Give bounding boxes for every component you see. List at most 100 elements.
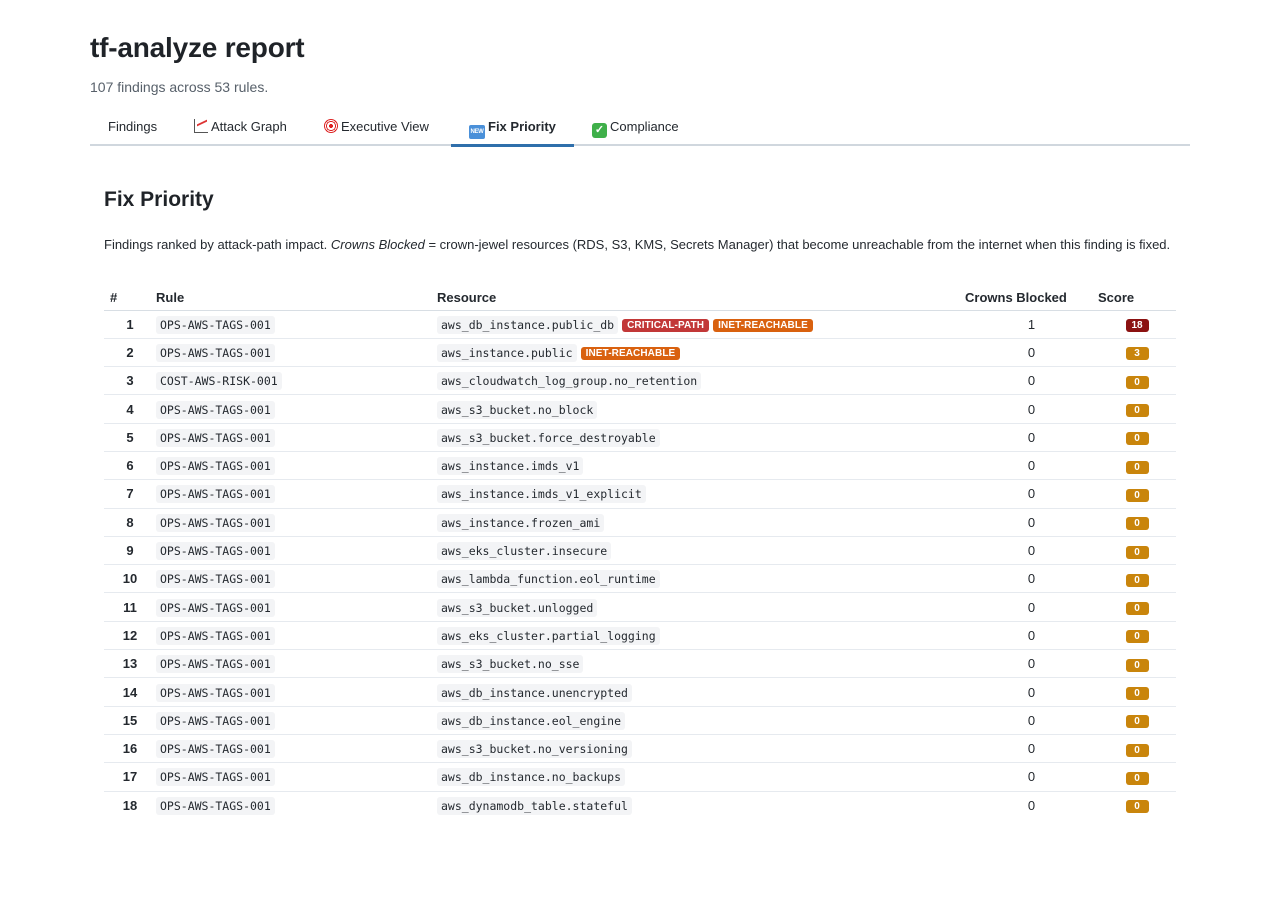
table-row[interactable]: 9 OPS-AWS-TAGS-001 aws_eks_cluster.insecur… — [104, 536, 1176, 566]
col-header-num[interactable]: # — [104, 286, 156, 311]
page-title: tf-analyze report — [90, 32, 305, 63]
resource-address: aws_eks_cluster.partial_logging — [437, 626, 660, 645]
row-rank: 6 — [104, 451, 156, 481]
table-row[interactable]: 15 OPS-AWS-TAGS-001 aws_db_instance.eol_en… — [104, 706, 1176, 735]
rule-cell: OPS-AWS-TAGS-001 — [156, 423, 437, 452]
tab-compliance[interactable]: ✓ Compliance — [574, 108, 697, 146]
resource-cell: aws_s3_bucket.unlogged — [437, 592, 965, 622]
page-subtitle: 107 findings across 53 rules. — [90, 79, 269, 95]
row-rank: 3 — [104, 366, 156, 396]
score-cell: 0 — [1098, 366, 1176, 396]
table-row[interactable]: 6 OPS-AWS-TAGS-001 aws_instance.imds_v1 0 0 — [104, 451, 1176, 481]
row-rank: 7 — [104, 479, 156, 509]
panel-title: Fix Priority — [104, 188, 214, 211]
resource-cell: aws_eks_cluster.partial_logging — [437, 621, 965, 651]
tab-label: Compliance — [610, 119, 679, 134]
crowns-blocked-value: 0 — [965, 564, 1098, 594]
rule-cell: OPS-AWS-TAGS-001 — [156, 762, 437, 792]
score-cell: 0 — [1098, 621, 1176, 651]
resource-cell: aws_s3_bucket.no_versioning — [437, 734, 965, 764]
score-badge: 0 — [1125, 602, 1149, 616]
resource-address: aws_instance.imds_v1_explicit — [437, 485, 646, 504]
tab-findings[interactable]: Findings — [90, 108, 175, 146]
score-badge: 0 — [1125, 460, 1149, 474]
desc-text: = crown-jewel resources (RDS, S3, KMS, S… — [424, 237, 1171, 252]
row-rank: 11 — [104, 592, 156, 622]
resource-address: aws_instance.imds_v1 — [437, 457, 584, 476]
rule-cell: OPS-AWS-TAGS-001 — [156, 536, 437, 566]
table-row[interactable]: 17 OPS-AWS-TAGS-001 aws_db_instance.no_bac… — [104, 762, 1176, 792]
score-cell: 0 — [1098, 394, 1176, 424]
resource-address: aws_s3_bucket.no_sse — [437, 655, 584, 674]
score-cell: 0 — [1098, 734, 1176, 764]
table-row[interactable]: 2 OPS-AWS-TAGS-001 aws_instance.public INET… — [104, 338, 1176, 368]
table-header-row: # Rule Resource Crowns Blocked Score — [104, 286, 1176, 311]
row-rank: 5 — [104, 423, 156, 452]
row-rank: 16 — [104, 734, 156, 764]
rule-id: OPS-AWS-TAGS-001 — [156, 655, 275, 674]
table-row[interactable]: 10 OPS-AWS-TAGS-001 aws_lambda_function.eo… — [104, 564, 1176, 594]
score-cell: 0 — [1098, 508, 1176, 537]
resource-address: aws_db_instance.eol_engine — [437, 711, 626, 730]
rule-id: OPS-AWS-TAGS-001 — [156, 740, 275, 759]
table-row[interactable]: 7 OPS-AWS-TAGS-001 aws_instance.imds_v1_ex… — [104, 479, 1176, 509]
col-header-score[interactable]: Score — [1098, 286, 1176, 311]
table-row[interactable]: 14 OPS-AWS-TAGS-001 aws_db_instance.unencr… — [104, 677, 1176, 707]
table-row[interactable]: 12 OPS-AWS-TAGS-001 aws_eks_cluster.partia… — [104, 621, 1176, 651]
score-badge: 0 — [1125, 488, 1149, 502]
rule-id: OPS-AWS-TAGS-001 — [156, 711, 275, 730]
tab-attack-graph[interactable]: Attack Graph — [176, 108, 305, 146]
resource-cell: aws_db_instance.public_db CRITICAL-PATH IN… — [437, 310, 965, 339]
rule-id: OPS-AWS-TAGS-001 — [156, 683, 275, 702]
col-header-resource[interactable]: Resource — [437, 286, 965, 311]
resource-address: aws_db_instance.unencrypted — [437, 683, 632, 702]
table-row[interactable]: 1 OPS-AWS-TAGS-001 aws_db_instance.public_… — [104, 310, 1176, 339]
rule-cell: OPS-AWS-TAGS-001 — [156, 479, 437, 509]
score-cell: 0 — [1098, 649, 1176, 679]
table-row[interactable]: 13 OPS-AWS-TAGS-001 aws_s3_bucket.no_sse 0 0 — [104, 649, 1176, 679]
tab-executive-view[interactable]: Executive View — [306, 108, 447, 146]
rule-cell: OPS-AWS-TAGS-001 — [156, 621, 437, 651]
score-badge: 0 — [1125, 375, 1149, 389]
rule-cell: OPS-AWS-TAGS-001 — [156, 677, 437, 707]
row-rank: 1 — [104, 310, 156, 339]
table-row[interactable]: 5 OPS-AWS-TAGS-001 aws_s3_bucket.force_des… — [104, 423, 1176, 452]
desc-emphasis: Crowns Blocked — [330, 237, 425, 252]
col-header-rule[interactable]: Rule — [156, 286, 437, 311]
resource-cell: aws_db_instance.unencrypted — [437, 677, 965, 707]
panel-description: Findings ranked by attack-path impact. C… — [104, 235, 1176, 254]
resource-cell: aws_instance.imds_v1 — [437, 451, 965, 481]
score-cell: 0 — [1098, 706, 1176, 735]
table-row[interactable]: 8 OPS-AWS-TAGS-001 aws_instance.frozen_ami… — [104, 508, 1176, 537]
col-header-crowns-blocked[interactable]: Crowns Blocked — [965, 286, 1098, 311]
row-rank: 18 — [122, 797, 138, 813]
resource-address: aws_db_instance.no_backups — [437, 768, 626, 787]
rule-cell: OPS-AWS-TAGS-001 — [156, 791, 437, 819]
score-badge: 0 — [1125, 545, 1149, 559]
table-row[interactable]: 11 OPS-AWS-TAGS-001 aws_s3_bucket.unlogged… — [104, 592, 1176, 622]
score-cell: 0 — [1098, 762, 1176, 792]
resource-cell: aws_s3_bucket.no_block — [437, 394, 965, 424]
new-icon: NEW — [469, 125, 485, 139]
table-row[interactable]: 3 COST-AWS-RISK-001 aws_cloudwatch_log_gro… — [104, 366, 1176, 396]
resource-cell: aws_eks_cluster.insecure — [437, 536, 965, 566]
rule-id: OPS-AWS-TAGS-001 — [156, 542, 275, 561]
rule-cell: OPS-AWS-TAGS-001 — [156, 564, 437, 594]
table-row[interactable]: 4 OPS-AWS-TAGS-001 aws_s3_bucket.no_block 0… — [104, 394, 1176, 424]
resource-cell: aws_s3_bucket.force_destroyable — [437, 423, 965, 452]
resource-address: aws_s3_bucket.no_versioning — [437, 740, 632, 759]
tab-fix-priority[interactable]: NEW Fix Priority — [451, 108, 574, 147]
table-row[interactable]: 16 OPS-AWS-TAGS-001 aws_s3_bucket.no_versi… — [104, 734, 1176, 764]
crowns-blocked-value: 0 — [965, 536, 1098, 566]
rule-id: OPS-AWS-TAGS-001 — [156, 428, 275, 447]
score-cell: 0 — [1098, 791, 1176, 819]
row-rank: 14 — [104, 677, 156, 707]
resource-address: aws_eks_cluster.insecure — [437, 542, 612, 561]
score-cell: 0 — [1098, 479, 1176, 509]
crowns-blocked-value: 0 — [1027, 797, 1036, 813]
table-row[interactable]: 18 OPS-AWS-TAGS-001 aws_dynamodb_table.sta… — [104, 791, 1176, 819]
score-badge: 0 — [1125, 687, 1149, 700]
score-badge: 0 — [1125, 658, 1149, 672]
row-rank: 17 — [104, 762, 156, 792]
row-rank: 8 — [104, 508, 156, 537]
